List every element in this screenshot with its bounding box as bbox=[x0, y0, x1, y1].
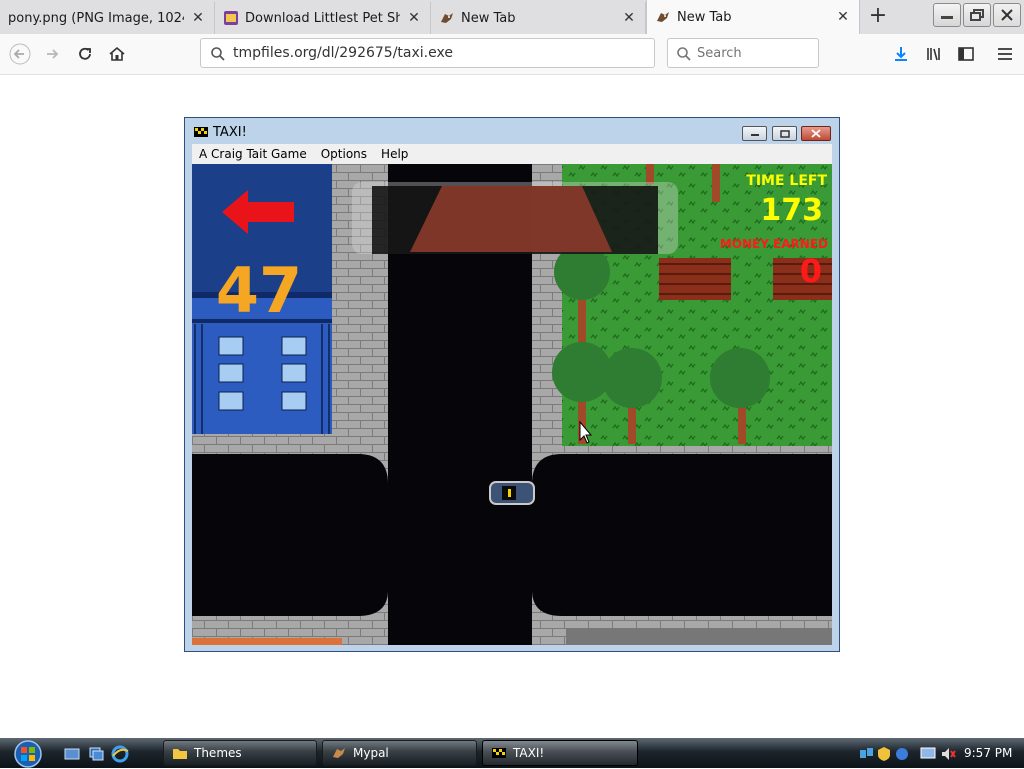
tab-title: New Tab bbox=[461, 10, 516, 26]
hamburger-menu-icon bbox=[998, 48, 1012, 60]
game-menu-bar: A Craig Tait Game Options Help bbox=[192, 144, 832, 164]
taskbar-item-mypal[interactable]: Mypal bbox=[322, 740, 477, 766]
update-tray-icon[interactable] bbox=[894, 746, 910, 762]
mypal-icon bbox=[333, 748, 345, 758]
park-bench bbox=[659, 258, 731, 300]
system-clock[interactable]: 9:57 PM bbox=[964, 746, 1012, 760]
back-arrow-icon bbox=[9, 43, 31, 65]
show-desktop-icon[interactable] bbox=[64, 746, 80, 762]
taxi-icon bbox=[492, 748, 506, 758]
close-tab-icon[interactable]: ✕ bbox=[621, 10, 637, 26]
menu-options[interactable]: Options bbox=[314, 147, 374, 161]
taskbar-item-label: Mypal bbox=[353, 746, 389, 760]
reload-button[interactable] bbox=[73, 42, 97, 66]
money-earned-value: 0 bbox=[800, 252, 822, 290]
building-number: 47 bbox=[216, 254, 302, 327]
tab-pony-png[interactable]: pony.png (PNG Image, 1024 × 768 ✕ bbox=[0, 2, 215, 34]
network-tray-icon[interactable] bbox=[858, 746, 874, 762]
close-tab-icon[interactable]: ✕ bbox=[190, 10, 206, 26]
display-tray-icon[interactable] bbox=[920, 746, 936, 762]
tab-title: New Tab bbox=[677, 9, 732, 25]
game-window-title: TAXI! bbox=[213, 124, 247, 140]
taxi-game-window: TAXI! A Craig Tait Game Options Help 47 … bbox=[184, 117, 840, 652]
money-earned-label: MONEY EARNED bbox=[720, 237, 828, 251]
new-tab-button[interactable]: + bbox=[864, 4, 892, 30]
sidebar-icon bbox=[958, 47, 974, 61]
restore-button[interactable] bbox=[963, 3, 991, 27]
game-window-titlebar[interactable]: TAXI! bbox=[193, 124, 247, 140]
volume-muted-icon[interactable] bbox=[940, 746, 956, 762]
search-icon bbox=[211, 47, 225, 61]
navigation-toolbar: tmpfiles.org/dl/292675/taxi.exe Search bbox=[0, 34, 1024, 75]
taskbar-item-label: TAXI! bbox=[513, 746, 545, 760]
restore-icon bbox=[970, 9, 984, 21]
home-icon bbox=[109, 46, 125, 61]
taxi-car bbox=[489, 481, 535, 505]
search-placeholder: Search bbox=[697, 46, 742, 61]
downloads-button[interactable] bbox=[889, 42, 913, 66]
library-icon bbox=[927, 48, 940, 61]
maximize-icon bbox=[779, 129, 790, 138]
game-canvas[interactable]: 47 TIME LEFT 173 MONEY EARNED 0 bbox=[192, 164, 832, 645]
menu-button[interactable] bbox=[993, 42, 1017, 66]
taskbar-item-taxi[interactable]: TAXI! bbox=[482, 740, 638, 766]
close-window-button[interactable] bbox=[993, 3, 1021, 27]
download-icon bbox=[895, 47, 907, 61]
dropoff-roof bbox=[410, 186, 612, 252]
tab-download-littlest-pet-shop[interactable]: Download Littlest Pet Shop (W ✕ bbox=[215, 2, 431, 34]
start-button-icon[interactable] bbox=[8, 739, 48, 769]
tab-bar: pony.png (PNG Image, 1024 × 768 ✕ Downlo… bbox=[0, 0, 1024, 34]
pony-icon bbox=[657, 12, 669, 22]
close-tab-icon[interactable]: ✕ bbox=[835, 9, 851, 25]
taskbar-item-label: Themes bbox=[194, 746, 242, 760]
search-box[interactable]: Search bbox=[667, 38, 819, 68]
game-minimize-button[interactable] bbox=[742, 126, 767, 141]
back-button[interactable] bbox=[8, 42, 32, 66]
tree bbox=[712, 164, 720, 202]
forward-button[interactable] bbox=[41, 42, 65, 66]
internet-explorer-icon[interactable] bbox=[111, 745, 129, 763]
pony-icon bbox=[441, 13, 453, 23]
library-button[interactable] bbox=[922, 42, 946, 66]
minimize-button[interactable] bbox=[933, 3, 961, 27]
windows-taskbar: Themes Mypal TAXI! 9:57 PM bbox=[0, 738, 1024, 768]
close-tab-icon[interactable]: ✕ bbox=[406, 10, 422, 26]
tab-new-tab-active[interactable]: New Tab ✕ bbox=[646, 0, 860, 34]
tab-title: Download Littlest Pet Shop (W bbox=[245, 10, 400, 26]
minimize-icon bbox=[941, 16, 953, 19]
game-maximize-button[interactable] bbox=[772, 126, 797, 141]
game-site-icon bbox=[224, 11, 238, 25]
reload-icon bbox=[79, 47, 91, 60]
folder-icon bbox=[173, 749, 187, 759]
search-icon bbox=[677, 47, 691, 61]
menu-craig-tait-game[interactable]: A Craig Tait Game bbox=[192, 147, 314, 161]
menu-help[interactable]: Help bbox=[374, 147, 415, 161]
url-text: tmpfiles.org/dl/292675/taxi.exe bbox=[233, 45, 453, 61]
game-scene[interactable]: 47 TIME LEFT 173 MONEY EARNED 0 bbox=[192, 164, 832, 645]
tree bbox=[646, 164, 654, 184]
url-bar[interactable]: tmpfiles.org/dl/292675/taxi.exe bbox=[200, 38, 655, 68]
game-close-button[interactable] bbox=[801, 126, 831, 141]
close-icon bbox=[1001, 9, 1013, 21]
time-left-label: TIME LEFT bbox=[746, 173, 827, 189]
taskbar-item-themes[interactable]: Themes bbox=[163, 740, 317, 766]
tab-new-tab-1[interactable]: New Tab ✕ bbox=[431, 2, 646, 34]
taxi-icon bbox=[194, 127, 208, 137]
tab-title: pony.png (PNG Image, 1024 × 768 bbox=[8, 10, 184, 26]
shield-tray-icon[interactable] bbox=[876, 746, 892, 762]
sidebar-button[interactable] bbox=[954, 42, 978, 66]
home-button[interactable] bbox=[105, 42, 129, 66]
time-left-value: 173 bbox=[760, 193, 823, 228]
minimize-icon bbox=[750, 133, 759, 136]
switch-windows-icon[interactable] bbox=[88, 746, 104, 762]
close-icon bbox=[811, 129, 821, 138]
forward-arrow-icon bbox=[47, 49, 59, 59]
